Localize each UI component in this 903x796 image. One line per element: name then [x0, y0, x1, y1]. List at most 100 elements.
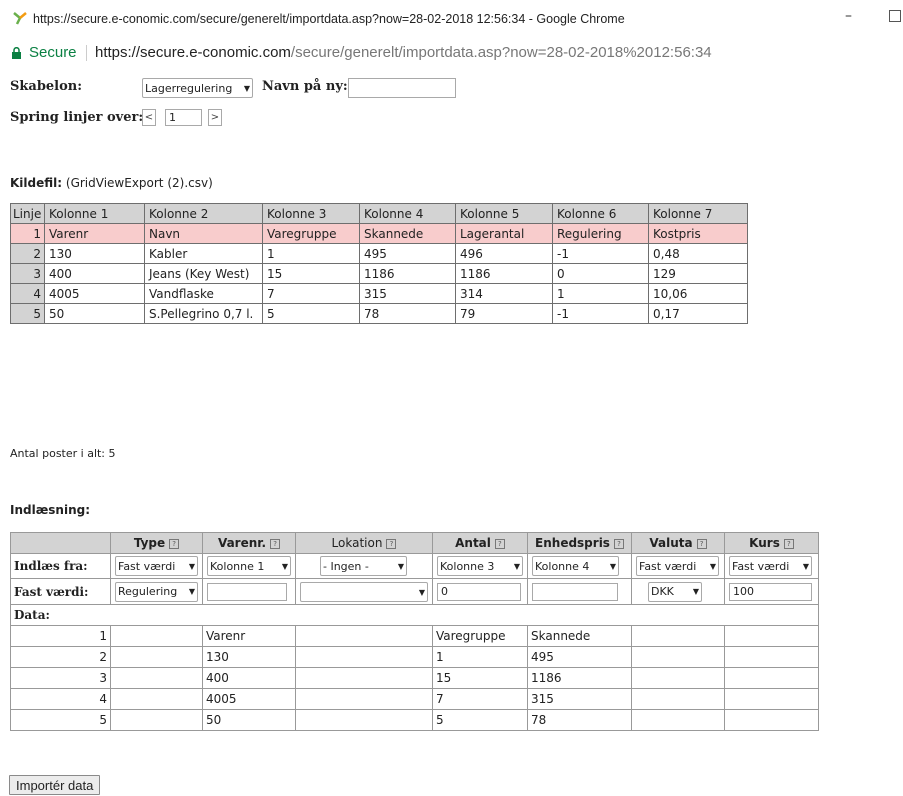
col-header-antal: Antal? [432, 532, 528, 554]
row-number: 1 [10, 625, 111, 647]
table-cell [631, 667, 725, 689]
fixed-kurs-input[interactable]: 100 [729, 582, 812, 601]
select-cell: Fast værdi ▼ [110, 553, 203, 579]
table-cell: 1186 [455, 263, 553, 284]
table-cell: 78 [527, 709, 632, 731]
antal-source-select[interactable]: Kolonne 3 ▼ [437, 556, 523, 576]
import-mapping-table: Type? Varenr.? Lokation? Antal? Enhedspr… [10, 532, 819, 731]
fixed-lokation-select[interactable]: ▼ [300, 582, 428, 602]
table-cell [110, 709, 203, 731]
help-icon[interactable]: ? [386, 538, 397, 549]
table-cell: 1 [552, 283, 649, 304]
select-value: Kolonne 4 [535, 559, 590, 573]
source-col-header: Kolonne 3 [262, 203, 360, 224]
table-cell: 130 [44, 243, 145, 264]
fixed-type-select[interactable]: Regulering ▼ [115, 581, 198, 602]
select-cell: DKK ▼ [631, 578, 725, 605]
varenr-source-select[interactable]: Kolonne 1 ▼ [207, 556, 291, 576]
select-cell: ▼ [295, 578, 433, 605]
table-cell [110, 625, 203, 647]
address-separator [86, 45, 87, 61]
source-col-header: Kolonne 2 [144, 203, 263, 224]
row-number: 4 [10, 283, 45, 304]
total-records: Antal poster i alt: 5 [10, 447, 116, 460]
table-cell: 7 [432, 688, 528, 710]
table-cell: 50 [202, 709, 296, 731]
source-header-row: Linje Kolonne 1 Kolonne 2 Kolonne 3 Kolo… [10, 203, 748, 224]
skip-lines-input[interactable]: 1 [165, 109, 202, 126]
col-header-label: Antal [455, 536, 491, 550]
enhedspris-source-select[interactable]: Kolonne 4 ▼ [532, 556, 619, 576]
new-name-label: Navn på ny: [262, 79, 348, 94]
table-cell: 495 [359, 243, 456, 264]
import-data-button[interactable]: Importér data [9, 775, 101, 795]
table-cell: 0,48 [648, 243, 748, 264]
col-header-lokation: Lokation? [295, 532, 433, 554]
fixed-valuta-select[interactable]: DKK ▼ [648, 581, 702, 602]
skip-prev-button[interactable]: < [142, 109, 156, 126]
col-header-label: Varenr. [217, 536, 267, 550]
template-select-value: Lagerregulering [145, 81, 233, 95]
source-file-label: Kildefil: [10, 176, 63, 190]
table-cell: 7 [262, 283, 360, 304]
table-cell [724, 646, 819, 668]
read-from-row: Indlæs fra: Fast værdi ▼ Kolonne 1 ▼ - Ing… [10, 553, 819, 579]
table-cell: 4005 [44, 283, 145, 304]
select-cell: Regulering ▼ [110, 578, 203, 605]
chevron-down-icon: ▼ [188, 561, 195, 571]
help-icon[interactable]: ? [783, 538, 794, 549]
fixed-antal-input[interactable]: 0 [437, 582, 521, 601]
select-value: Kolonne 1 [210, 559, 265, 573]
row-number: 5 [10, 709, 111, 731]
help-icon[interactable]: ? [169, 538, 180, 549]
help-icon[interactable]: ? [696, 538, 707, 549]
valuta-source-select[interactable]: Fast værdi ▼ [636, 556, 719, 576]
help-icon[interactable]: ? [270, 538, 281, 549]
fixed-varenr-input[interactable] [207, 582, 287, 601]
minimize-button[interactable]: – [845, 8, 852, 24]
chevron-down-icon: ▼ [802, 561, 809, 571]
secure-label[interactable]: Secure [29, 44, 77, 61]
col-header-label: Kurs [749, 536, 780, 550]
col-header-type: Type? [110, 532, 203, 554]
address-url[interactable]: https://secure.e-conomic.com/secure/gene… [95, 44, 712, 61]
template-select[interactable]: Lagerregulering ▼ [142, 78, 253, 98]
help-icon[interactable]: ? [494, 538, 505, 549]
fixed-value-label: Fast værdi: [10, 578, 111, 605]
table-cell: 1 [262, 243, 360, 264]
source-col-header: Linje [10, 203, 45, 224]
source-col-header: Kolonne 4 [359, 203, 456, 224]
new-name-input[interactable] [348, 78, 456, 98]
source-col-header: Kolonne 5 [455, 203, 553, 224]
table-cell: 5 [262, 303, 360, 324]
maximize-button[interactable] [889, 10, 901, 22]
skip-lines-label: Spring linjer over: [10, 110, 144, 125]
table-cell: Jeans (Key West) [144, 263, 263, 284]
chevron-down-icon: ▼ [709, 561, 716, 571]
select-value: Kolonne 3 [440, 559, 495, 573]
table-cell: Varegruppe [262, 223, 360, 244]
table-cell: -1 [552, 243, 649, 264]
table-cell [295, 646, 433, 668]
table-cell: Navn [144, 223, 263, 244]
table-cell: 1186 [527, 667, 632, 689]
table-cell [295, 667, 433, 689]
row-number: 5 [10, 303, 45, 324]
table-cell [295, 625, 433, 647]
skip-next-button[interactable]: > [208, 109, 222, 126]
table-cell: 496 [455, 243, 553, 264]
source-preview-table: Linje Kolonne 1 Kolonne 2 Kolonne 3 Kolo… [10, 203, 748, 324]
fixed-enhedspris-input[interactable] [532, 582, 618, 601]
row-number: 3 [10, 263, 45, 284]
site-favicon-icon [13, 12, 27, 25]
kurs-source-select[interactable]: Fast værdi ▼ [729, 556, 812, 576]
table-cell: 15 [262, 263, 360, 284]
fixed-value-row: Fast værdi: Regulering ▼ ▼ 0 DKK ▼ 100 [10, 578, 819, 605]
help-icon[interactable]: ? [613, 538, 624, 549]
table-row: 2 130 Kabler 1 495 496 -1 0,48 [10, 243, 748, 264]
lokation-source-select[interactable]: - Ingen - ▼ [320, 556, 407, 576]
table-cell: Varegruppe [432, 625, 528, 647]
row-number: 4 [10, 688, 111, 710]
source-file-name: (GridViewExport (2).csv) [65, 176, 213, 190]
type-source-select[interactable]: Fast værdi ▼ [115, 556, 198, 576]
